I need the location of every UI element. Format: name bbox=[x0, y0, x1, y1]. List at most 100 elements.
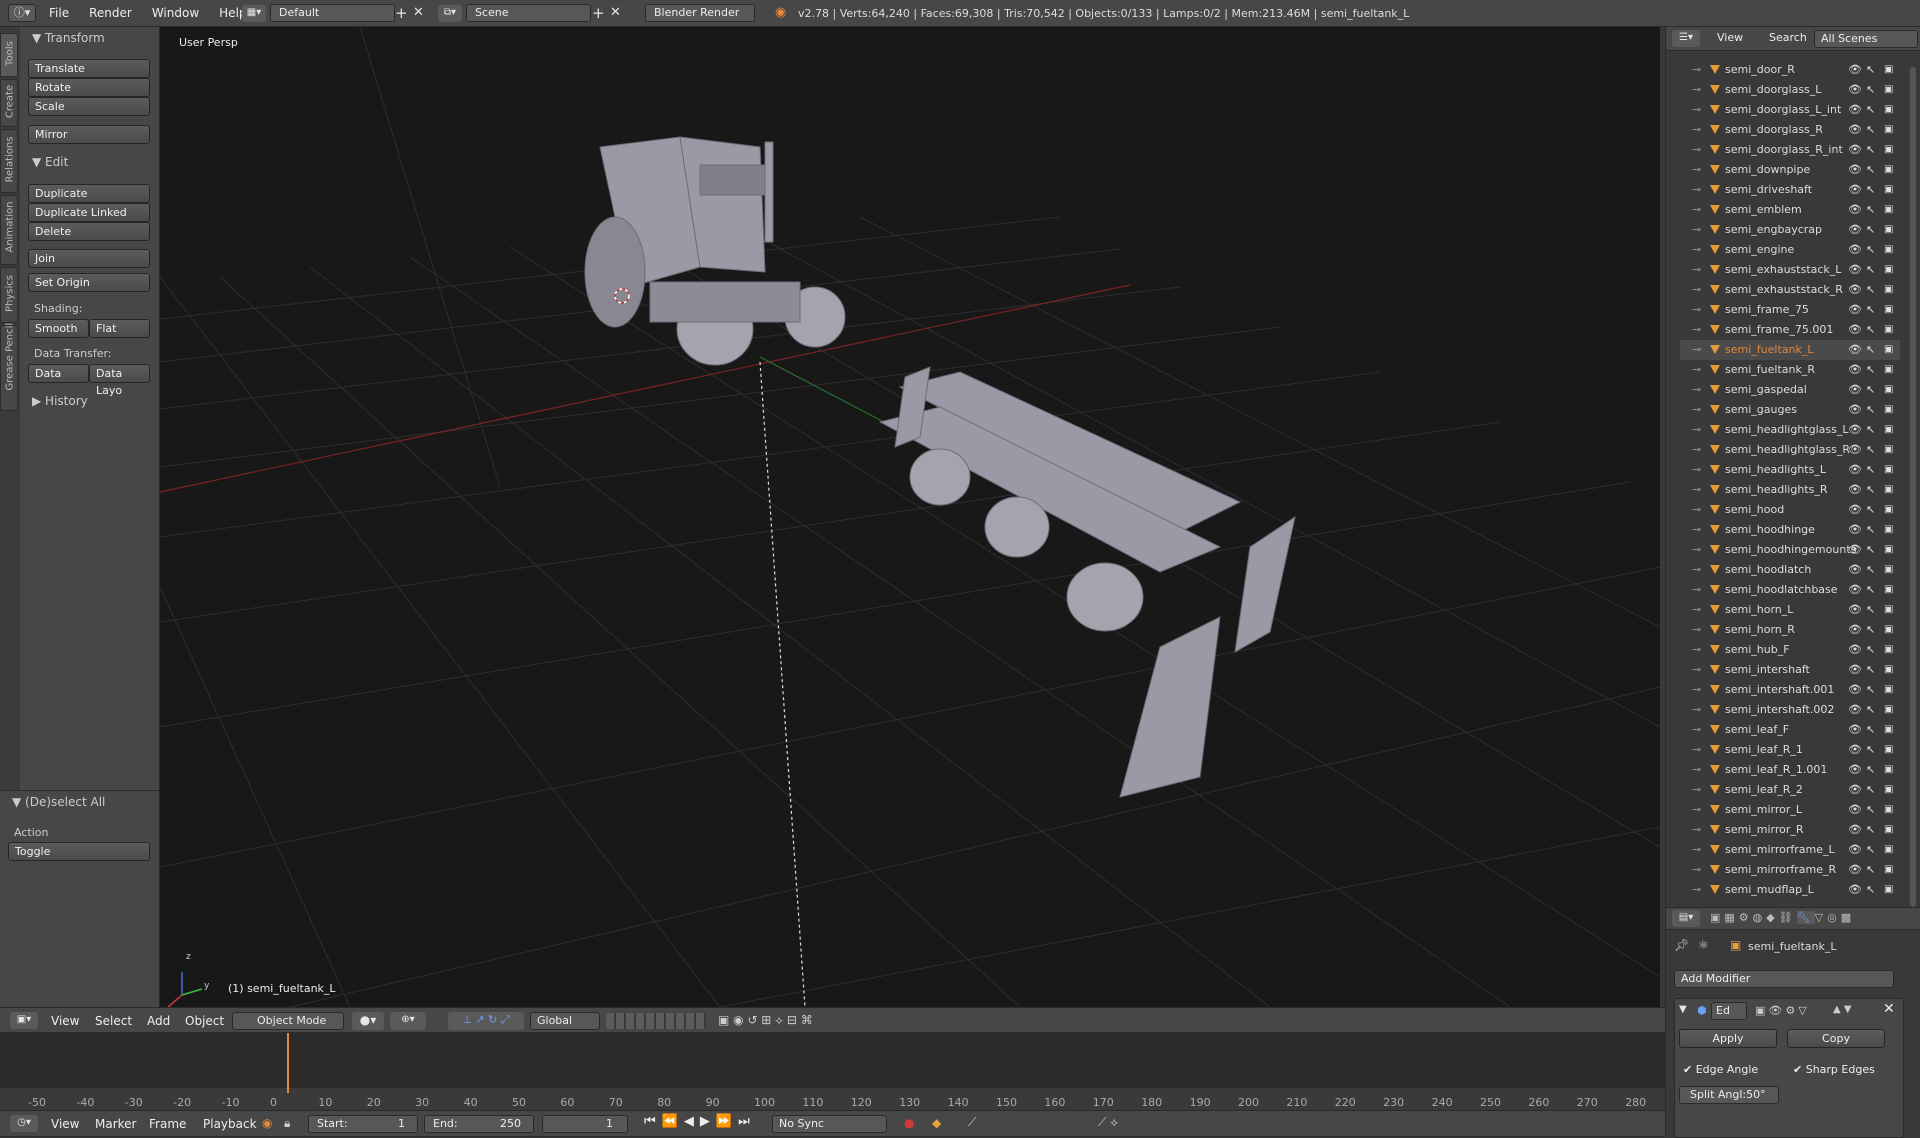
add-layout-icon[interactable]: + bbox=[395, 4, 411, 22]
select-cursor-icon[interactable]: ↖ bbox=[1866, 60, 1875, 80]
smooth-button[interactable]: Smooth bbox=[28, 319, 89, 338]
render-camera-icon[interactable]: ▣ bbox=[1884, 400, 1893, 420]
tab-grease-pencil[interactable]: Grease Pencil bbox=[0, 323, 18, 411]
record-icon[interactable]: ● bbox=[904, 1116, 914, 1130]
outliner-item[interactable]: ⊸ semi_hoodlatchbase 👁︎ ↖ ▣ bbox=[1680, 580, 1900, 600]
render-camera-icon[interactable]: ▣ bbox=[1884, 100, 1893, 120]
outliner-item[interactable]: ⊸ semi_leaf_R_1 👁︎ ↖ ▣ bbox=[1680, 740, 1900, 760]
timeline-editor-icon[interactable]: ◷▾ bbox=[10, 1115, 38, 1132]
timeline-area[interactable] bbox=[0, 1033, 1665, 1110]
snap-icons[interactable]: ▣ ◉ ↺ ⊞ ⟡ ⊟ ⌘ bbox=[718, 1012, 878, 1030]
outliner-view-menu[interactable]: View bbox=[1710, 26, 1750, 50]
select-cursor-icon[interactable]: ↖ bbox=[1866, 360, 1875, 380]
add-modifier-dropdown[interactable]: Add Modifier bbox=[1674, 970, 1894, 988]
eye-icon[interactable]: 👁︎ bbox=[1848, 420, 1862, 440]
manipulator-icons[interactable]: ⊥ ↗ ↻ ⤢ bbox=[448, 1012, 524, 1030]
outliner-item[interactable]: ⊸ semi_fueltank_L 👁︎ ↖ ▣ bbox=[1680, 340, 1900, 360]
outliner-editor-icon[interactable]: ☰▾ bbox=[1672, 30, 1700, 47]
outliner-item[interactable]: ⊸ semi_hood 👁︎ ↖ ▣ bbox=[1680, 500, 1900, 520]
info-editor-icon[interactable]: ⓘ▾ bbox=[8, 4, 36, 22]
apply-button[interactable]: Apply bbox=[1679, 1029, 1777, 1048]
modifier-visibility-icons[interactable]: ▣👁︎⚙▽ bbox=[1755, 1004, 1810, 1017]
select-menu[interactable]: Select bbox=[88, 1008, 139, 1034]
lock-icon[interactable]: 🔒︎ bbox=[284, 1116, 290, 1131]
select-cursor-icon[interactable]: ↖ bbox=[1866, 340, 1875, 360]
outliner-item[interactable]: ⊸ semi_frame_75 👁︎ ↖ ▣ bbox=[1680, 300, 1900, 320]
render-camera-icon[interactable]: ▣ bbox=[1884, 600, 1893, 620]
outliner-scrollbar[interactable] bbox=[1910, 67, 1916, 907]
pivot-icon[interactable]: ⊕▾ bbox=[390, 1012, 426, 1030]
tab-create[interactable]: Create bbox=[0, 79, 18, 127]
tab-tools[interactable]: Tools bbox=[0, 33, 18, 77]
outliner-item[interactable]: ⊸ semi_gaspedal 👁︎ ↖ ▣ bbox=[1680, 380, 1900, 400]
eye-icon[interactable]: 👁︎ bbox=[1848, 860, 1862, 880]
select-cursor-icon[interactable]: ↖ bbox=[1866, 220, 1875, 240]
render-camera-icon[interactable]: ▣ bbox=[1884, 300, 1893, 320]
select-cursor-icon[interactable]: ↖ bbox=[1866, 200, 1875, 220]
action-dropdown[interactable]: Toggle bbox=[8, 842, 150, 861]
layout-icon[interactable]: ▦▾ bbox=[242, 5, 266, 22]
render-camera-icon[interactable]: ▣ bbox=[1884, 140, 1893, 160]
render-camera-icon[interactable]: ▣ bbox=[1884, 720, 1893, 740]
menu-window[interactable]: Window bbox=[145, 0, 206, 26]
playback-menu[interactable]: Playback bbox=[196, 1111, 264, 1137]
layers-icon[interactable] bbox=[606, 1013, 706, 1029]
outliner-item[interactable]: ⊸ semi_mudflap_L 👁︎ ↖ ▣ bbox=[1680, 880, 1900, 900]
outliner-item[interactable]: ⊸ semi_frame_75.001 👁︎ ↖ ▣ bbox=[1680, 320, 1900, 340]
select-cursor-icon[interactable]: ↖ bbox=[1866, 280, 1875, 300]
outliner-item[interactable]: ⊸ semi_downpipe 👁︎ ↖ ▣ bbox=[1680, 160, 1900, 180]
render-camera-icon[interactable]: ▣ bbox=[1884, 840, 1893, 860]
render-camera-icon[interactable]: ▣ bbox=[1884, 500, 1893, 520]
delete-button[interactable]: Delete bbox=[28, 222, 150, 241]
modifier-tab-icon[interactable]: 🔧︎ bbox=[1796, 911, 1815, 924]
render-camera-icon[interactable]: ▣ bbox=[1884, 240, 1893, 260]
select-cursor-icon[interactable]: ↖ bbox=[1866, 120, 1875, 140]
outliner-item[interactable]: ⊸ semi_mirror_R 👁︎ ↖ ▣ bbox=[1680, 820, 1900, 840]
select-cursor-icon[interactable]: ↖ bbox=[1866, 860, 1875, 880]
outliner-item[interactable]: ⊸ semi_intershaft 👁︎ ↖ ▣ bbox=[1680, 660, 1900, 680]
key-tools-icons[interactable]: ⟋ ⟡ bbox=[1098, 1115, 1118, 1130]
select-cursor-icon[interactable]: ↖ bbox=[1866, 500, 1875, 520]
menu-file[interactable]: File bbox=[42, 0, 76, 26]
render-camera-icon[interactable]: ▣ bbox=[1884, 660, 1893, 680]
mode-selector[interactable]: Object Mode bbox=[232, 1012, 344, 1030]
outliner-item[interactable]: ⊸ semi_exhauststack_R 👁︎ ↖ ▣ bbox=[1680, 280, 1900, 300]
end-frame-field[interactable]: End: 250 bbox=[424, 1115, 534, 1133]
render-engine-selector[interactable]: Blender Render bbox=[645, 4, 755, 22]
eye-icon[interactable]: 👁︎ bbox=[1848, 300, 1862, 320]
render-camera-icon[interactable]: ▣ bbox=[1884, 280, 1893, 300]
outliner-item[interactable]: ⊸ semi_hub_F 👁︎ ↖ ▣ bbox=[1680, 640, 1900, 660]
eye-icon[interactable]: 👁︎ bbox=[1848, 880, 1862, 900]
render-camera-icon[interactable]: ▣ bbox=[1884, 180, 1893, 200]
eye-icon[interactable]: 👁︎ bbox=[1848, 220, 1862, 240]
select-cursor-icon[interactable]: ↖ bbox=[1866, 80, 1875, 100]
keyframe-icon[interactable]: ◆ bbox=[932, 1116, 941, 1130]
outliner-item[interactable]: ⊸ semi_headlights_R 👁︎ ↖ ▣ bbox=[1680, 480, 1900, 500]
tab-animation[interactable]: Animation bbox=[0, 195, 18, 265]
outliner-item[interactable]: ⊸ semi_leaf_R_1.001 👁︎ ↖ ▣ bbox=[1680, 760, 1900, 780]
modifier-remove-icon[interactable]: ✕ bbox=[1883, 1001, 1895, 1017]
timeline-view-menu[interactable]: View bbox=[44, 1111, 86, 1137]
modifier-name-field[interactable]: Ed bbox=[1711, 1002, 1747, 1020]
select-cursor-icon[interactable]: ↖ bbox=[1866, 680, 1875, 700]
render-camera-icon[interactable]: ▣ bbox=[1884, 520, 1893, 540]
start-frame-field[interactable]: Start: 1 bbox=[308, 1115, 418, 1133]
marker-menu[interactable]: Marker bbox=[88, 1111, 143, 1137]
eye-icon[interactable]: 👁︎ bbox=[1848, 720, 1862, 740]
outliner-item[interactable]: ⊸ semi_intershaft.002 👁︎ ↖ ▣ bbox=[1680, 700, 1900, 720]
add-scene-icon[interactable]: + bbox=[592, 4, 608, 22]
render-camera-icon[interactable]: ▣ bbox=[1884, 560, 1893, 580]
eye-icon[interactable]: 👁︎ bbox=[1848, 100, 1862, 120]
select-cursor-icon[interactable]: ↖ bbox=[1866, 760, 1875, 780]
render-camera-icon[interactable]: ▣ bbox=[1884, 540, 1893, 560]
sharp-edges-checkbox[interactable]: ✔ Sharp Edges bbox=[1793, 1063, 1875, 1076]
eye-icon[interactable]: 👁︎ bbox=[1848, 500, 1862, 520]
render-camera-icon[interactable]: ▣ bbox=[1884, 120, 1893, 140]
render-camera-icon[interactable]: ▣ bbox=[1884, 860, 1893, 880]
current-frame-field[interactable]: 1 bbox=[542, 1115, 628, 1133]
duplicate-linked-button[interactable]: Duplicate Linked bbox=[28, 203, 150, 222]
outliner-item[interactable]: ⊸ semi_intershaft.001 👁︎ ↖ ▣ bbox=[1680, 680, 1900, 700]
render-camera-icon[interactable]: ▣ bbox=[1884, 740, 1893, 760]
frame-menu[interactable]: Frame bbox=[142, 1111, 193, 1137]
properties-editor-icon[interactable]: ▤▾ bbox=[1672, 910, 1700, 927]
